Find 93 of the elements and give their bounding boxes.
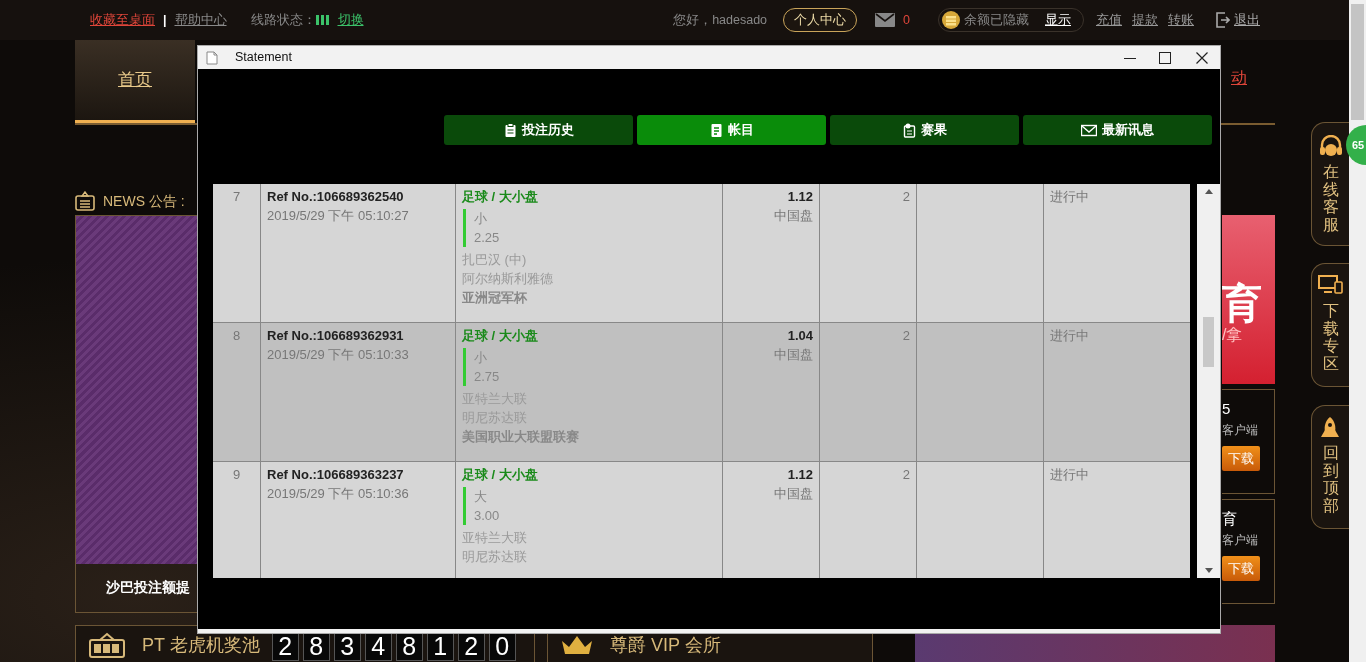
bet-market: 足球 / 大小盘 (462, 188, 539, 206)
greeting-text: 您好，hadesado (673, 11, 768, 29)
scroll-thumb[interactable] (1351, 4, 1364, 120)
odds-type: 中国盘 (773, 207, 813, 225)
bet-time: 2019/5/29 下午 05:10:36 (267, 485, 410, 503)
news-label: NEWS 公告 : (103, 191, 185, 211)
scroll-down-icon[interactable] (1205, 568, 1213, 573)
balance-text: 余额已隐藏 (964, 11, 1029, 29)
coin-icon (942, 11, 960, 29)
odds-value: 1.12 (786, 466, 813, 484)
line-status-label: 线路状态： (250, 11, 316, 29)
ledger-icon (709, 122, 723, 138)
statement-tab[interactable]: 赛果 (830, 115, 1019, 145)
nav-tab[interactable]: 首页 (75, 40, 195, 123)
row-number: 8 (231, 327, 242, 345)
switch-link[interactable]: 切换 (337, 10, 364, 30)
nav-tab[interactable]: 动 (1231, 66, 1247, 123)
logout-icon[interactable] (1216, 12, 1230, 28)
promo-caption: 沙巴投注额提 (105, 578, 191, 597)
bet-row[interactable]: 7 Ref No.:106689362540 2019/5/29 下午 05:10:27 足球 / 大小盘 小 2.25 扎巴汉 (中) 阿尔纳斯利雅德 亚洲冠军杯 1.12 中国盘 2 进行中 (213, 184, 1190, 323)
float-menu-button[interactable]: 回到顶部 (1311, 405, 1349, 529)
vip-label: 尊爵 VIP 会所 (610, 633, 721, 657)
app-card-title: 育 (1222, 509, 1238, 529)
statement-tab[interactable]: 投注历史 (444, 115, 633, 145)
statement-tab[interactable]: 最新讯息 (1023, 115, 1212, 145)
stake-value: 2 (901, 466, 910, 484)
float-menu-button[interactable]: 下载专区 (1311, 263, 1349, 387)
float-menu-label: 下载专区 (1322, 302, 1339, 373)
scoresheet-icon (902, 122, 916, 138)
app-card-title: 5 (1222, 399, 1232, 419)
team-name: 亚特兰大联 (462, 529, 528, 547)
bet-market: 足球 / 大小盘 (462, 466, 539, 484)
ref-number: Ref No.:106689362931 (267, 327, 405, 345)
scroll-up-icon[interactable] (1205, 189, 1213, 194)
separator: | (163, 11, 167, 29)
bet-status: 进行中 (1050, 327, 1090, 345)
bet-time: 2019/5/29 下午 05:10:33 (267, 346, 410, 364)
top-link[interactable]: 帮助中心 (174, 10, 227, 30)
account-action-link[interactable]: 提款 (1132, 10, 1158, 30)
envelope-icon (1081, 122, 1097, 138)
league-name: 美国职业大联盟联赛 (462, 428, 580, 446)
odds-value: 1.12 (786, 188, 813, 206)
promo-banner[interactable]: 育 /拿 (1222, 215, 1275, 384)
stake-value: 2 (901, 188, 910, 206)
scroll-thumb[interactable] (1203, 317, 1214, 367)
banner-subtitle: /拿 (1222, 324, 1244, 345)
team-name: 阿尔纳斯利雅德 (462, 270, 554, 288)
mail-count: 0 (903, 11, 910, 29)
bet-line: 3.00 (474, 507, 501, 525)
odds-type: 中国盘 (773, 485, 813, 503)
account-action-link[interactable]: 转账 (1168, 10, 1194, 30)
maximize-icon[interactable] (1159, 51, 1171, 64)
table-scrollbar[interactable] (1197, 184, 1220, 578)
bet-time: 2019/5/29 下午 05:10:27 (267, 207, 410, 225)
mail-icon[interactable] (875, 13, 896, 27)
document-icon (206, 50, 218, 65)
stake-value: 2 (901, 327, 910, 345)
headset-icon (1317, 135, 1344, 159)
logout-link[interactable]: 退出 (1234, 10, 1260, 30)
league-name: 亚洲冠军杯 (462, 289, 528, 307)
signal-icon (315, 14, 330, 26)
window-title: Statement (235, 49, 292, 67)
row-number: 7 (231, 188, 242, 206)
bet-line: 2.25 (474, 229, 501, 247)
float-menu-button[interactable]: 在线客服 (1311, 122, 1349, 246)
bet-line: 2.75 (474, 368, 501, 386)
float-menu-label: 回到顶部 (1322, 444, 1339, 515)
bet-pick: 小 (474, 210, 488, 228)
close-icon[interactable] (1196, 51, 1208, 64)
account-action-link[interactable]: 充值 (1096, 10, 1122, 30)
top-link[interactable]: 收藏至桌面 (90, 10, 155, 30)
page-scrollbar[interactable] (1349, 0, 1366, 662)
ref-number: Ref No.:106689362540 (267, 188, 405, 206)
clipboard-icon (503, 122, 517, 138)
bet-status: 进行中 (1050, 188, 1090, 206)
profile-button[interactable]: 个人中心 (783, 7, 858, 33)
odds-value: 1.04 (786, 327, 813, 345)
notice-board-icon (75, 191, 95, 211)
odds-type: 中国盘 (773, 346, 813, 364)
team-name: 扎巴汉 (中) (462, 251, 528, 269)
bet-market: 足球 / 大小盘 (462, 327, 539, 345)
statement-tab[interactable]: 帐目 (637, 115, 826, 145)
float-menu-label: 在线客服 (1322, 163, 1339, 234)
jackpot-label: PT 老虎机奖池 (142, 633, 260, 657)
app-card-subtitle: 客户端 (1222, 531, 1259, 549)
row-number: 9 (231, 466, 242, 484)
banner-title: 育 (1222, 282, 1263, 323)
ref-number: Ref No.:106689363237 (267, 466, 405, 484)
bet-status: 进行中 (1050, 466, 1090, 484)
app-card-subtitle: 客户端 (1222, 421, 1259, 439)
show-balance-link[interactable]: 显示 (1045, 10, 1071, 30)
slot-machine-icon (88, 632, 128, 658)
bet-pick: 大 (474, 488, 488, 506)
